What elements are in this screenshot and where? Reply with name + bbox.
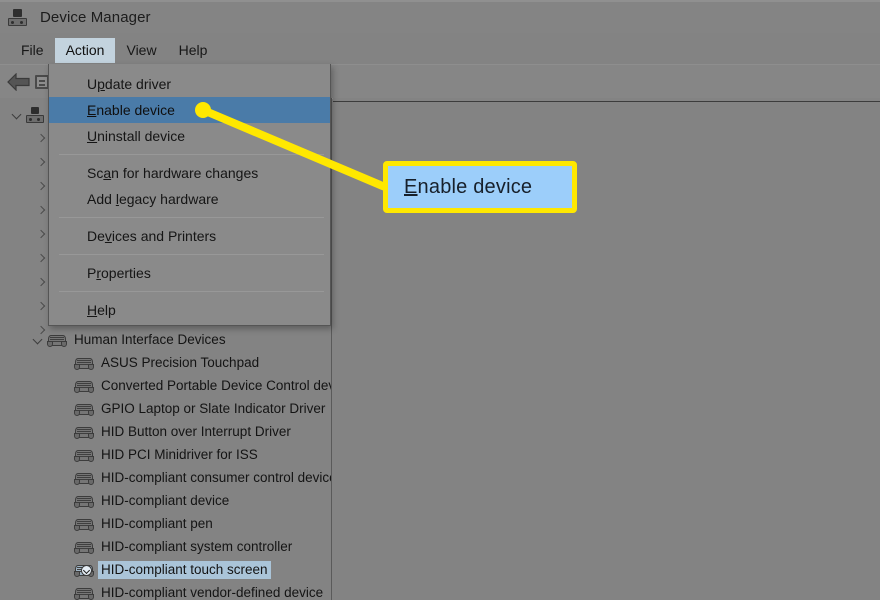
tree-row-device[interactable]: Converted Portable Device Control device (74, 375, 332, 397)
hid-icon (74, 379, 94, 394)
computer-icon (26, 106, 44, 124)
menu-bar: File Action View Help (0, 37, 880, 64)
menu-mnemonic: p (97, 76, 105, 92)
tree-row-device[interactable]: HID-compliant device (74, 490, 229, 512)
annotation-callout-label: Enable device (404, 175, 533, 198)
menu-item-update-driver[interactable]: Update driver (49, 71, 330, 97)
tree-row-human-interface-devices[interactable]: Human Interface Devices (31, 329, 226, 351)
callout-mnemonic: E (404, 175, 418, 198)
menu-mnemonic: U (87, 128, 98, 144)
window-title: Device Manager (40, 9, 151, 26)
back-arrow-icon[interactable] (7, 73, 31, 91)
hid-icon (74, 402, 94, 417)
menubar-item-help[interactable]: Help (168, 38, 219, 63)
tree-row-label: GPIO Laptop or Slate Indicator Driver (101, 401, 326, 416)
tree-row-label: HID-compliant vendor-defined device (101, 585, 324, 600)
properties-icon[interactable] (35, 75, 49, 89)
menu-mnemonic: H (87, 302, 98, 318)
menu-mnemonic: v (104, 228, 112, 244)
tree-row-label: HID-compliant consumer control device (101, 470, 332, 485)
menu-item-add-legacy-hardware[interactable]: Add legacy hardware (49, 186, 330, 212)
tree-row-device[interactable]: ASUS Precision Touchpad (74, 352, 259, 374)
menu-separator (59, 217, 324, 218)
annotation-callout: Enable device (383, 161, 577, 213)
chevron-down-icon[interactable] (10, 107, 26, 123)
column-header-divider (333, 98, 880, 102)
tree-row-device[interactable]: HID-compliant consumer control device (74, 467, 332, 489)
tree-row-label: HID-compliant touch screen (98, 561, 271, 579)
menu-mnemonic: r (96, 265, 102, 281)
tree-row-device[interactable]: HID Button over Interrupt Driver (74, 421, 291, 443)
menu-mnemonic: E (87, 102, 97, 118)
tree-row-label: Human Interface Devices (74, 332, 226, 347)
menu-item-properties[interactable]: Properties (49, 260, 330, 286)
tree-row-label: HID-compliant device (101, 493, 230, 508)
title-bar: Device Manager (0, 0, 880, 33)
action-dropdown-menu[interactable]: Update driver Enable device Uninstall de… (48, 64, 331, 326)
menubar-item-file[interactable]: File (10, 38, 55, 63)
menu-item-enable-device[interactable]: Enable device (49, 97, 330, 123)
menu-separator (59, 254, 324, 255)
tree-row-device[interactable]: HID PCI Minidriver for ISS (74, 444, 258, 466)
tree-row-device-selected[interactable]: HID-compliant touch screen (74, 559, 271, 581)
device-manager-window: Device Manager File Action View Help Hum… (0, 0, 880, 600)
tree-row-label: HID PCI Minidriver for ISS (101, 447, 258, 462)
hid-icon (47, 333, 67, 348)
menu-separator (59, 291, 324, 292)
menu-item-scan-for-hardware-changes[interactable]: Scan for hardware changes (49, 160, 330, 186)
tree-row-device[interactable]: HID-compliant pen (74, 513, 213, 535)
tree-row-root[interactable] (10, 104, 50, 126)
tree-row-label: HID-compliant system controller (101, 539, 293, 554)
menu-mnemonic: a (103, 165, 112, 181)
hid-icon (74, 586, 94, 600)
tree-row-device[interactable]: GPIO Laptop or Slate Indicator Driver (74, 398, 325, 420)
chevron-down-icon[interactable] (31, 332, 47, 348)
tree-row-device[interactable]: HID-compliant system controller (74, 536, 292, 558)
hid-icon (74, 494, 94, 509)
tree-row-device[interactable]: HID-compliant vendor-defined device (74, 582, 323, 600)
menu-item-devices-and-printers[interactable]: Devices and Printers (49, 223, 330, 249)
device-manager-icon (8, 8, 28, 28)
tree-row-label: ASUS Precision Touchpad (101, 355, 260, 370)
tree-row-label: Converted Portable Device Control device (101, 378, 332, 393)
hid-icon (74, 540, 94, 555)
menubar-item-action[interactable]: Action (54, 38, 116, 63)
menu-mnemonic: l (115, 191, 119, 207)
hid-disabled-icon (74, 563, 94, 578)
hid-icon (74, 448, 94, 463)
menu-item-uninstall-device[interactable]: Uninstall device (49, 123, 330, 149)
hid-icon (74, 356, 94, 371)
hid-icon (74, 471, 94, 486)
tree-row-label: HID-compliant pen (101, 516, 213, 531)
menu-item-help[interactable]: Help (49, 297, 330, 323)
menubar-item-view[interactable]: View (115, 38, 167, 63)
hid-icon (74, 517, 94, 532)
menu-separator (59, 154, 324, 155)
tree-row-label: HID Button over Interrupt Driver (101, 424, 291, 439)
hid-icon (74, 425, 94, 440)
